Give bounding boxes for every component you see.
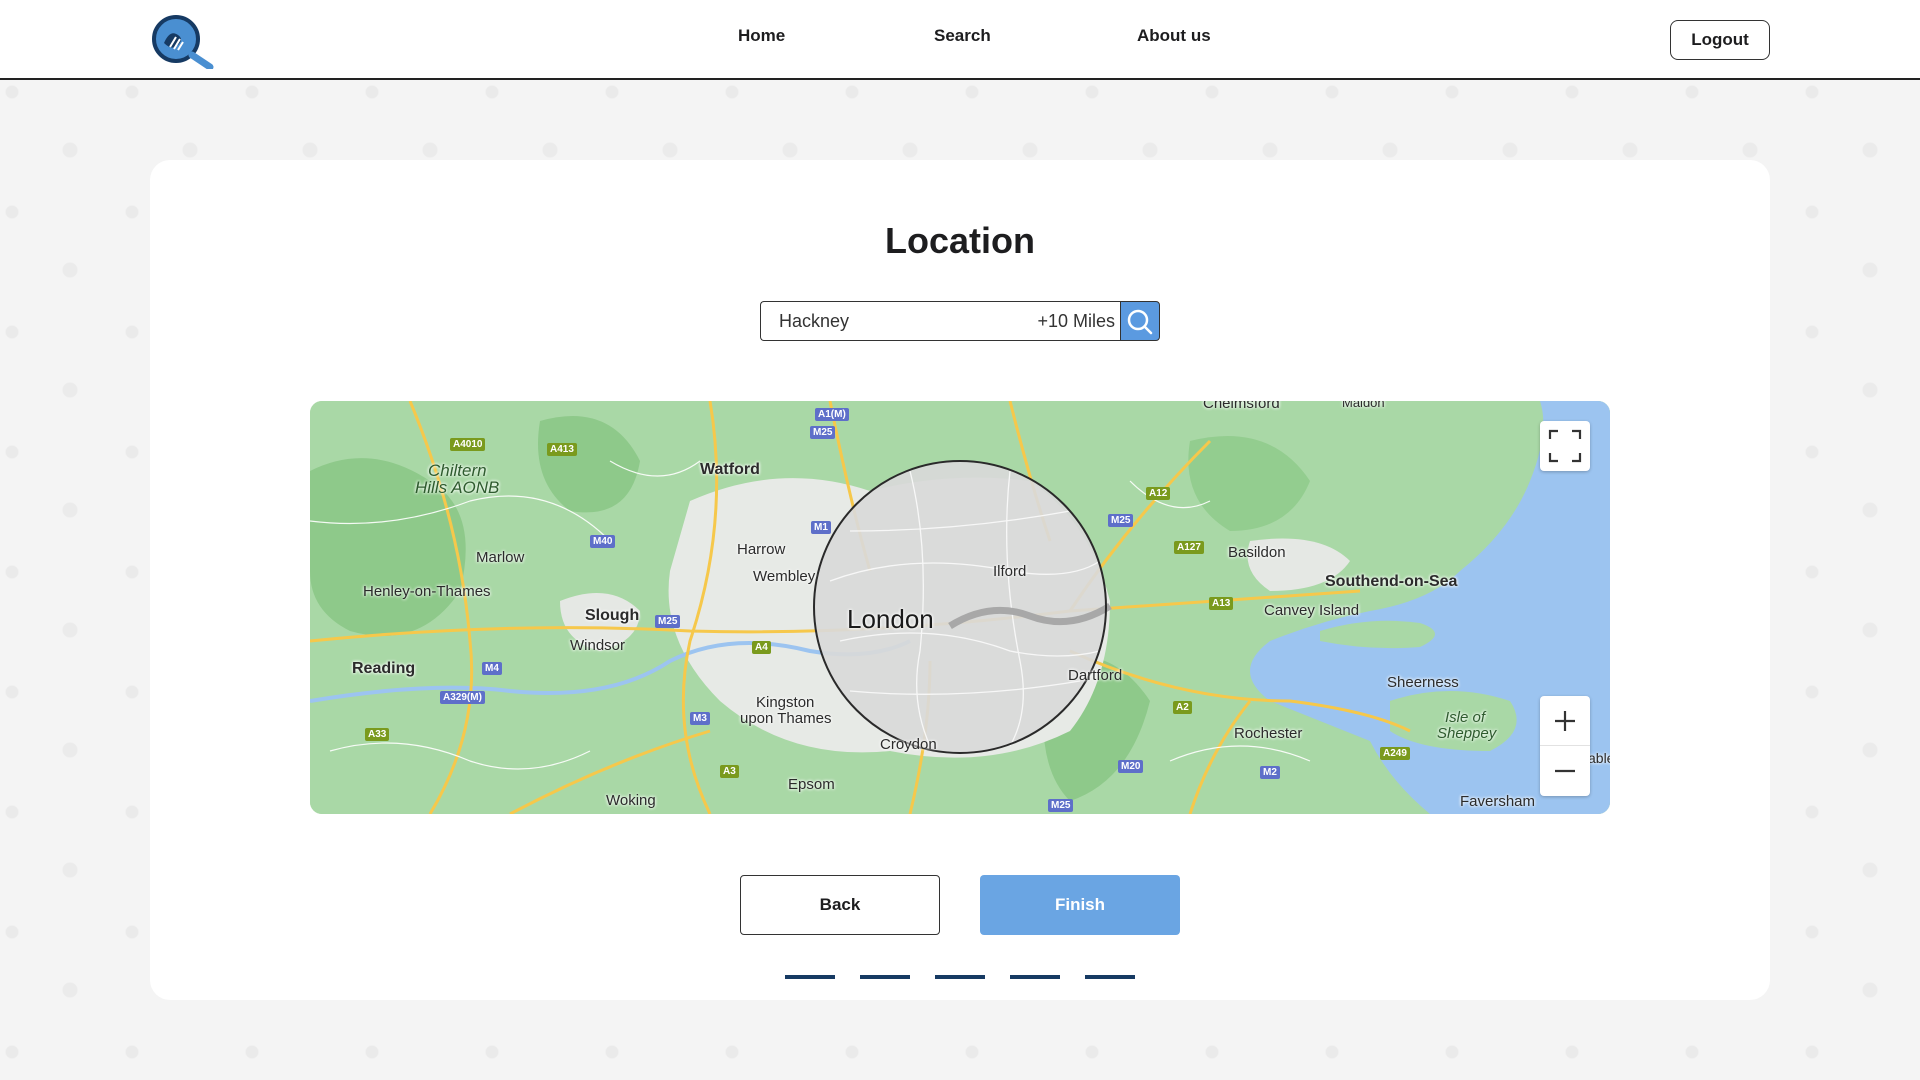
- road-badge-a4: A4: [752, 641, 771, 654]
- road-badge-a249: A249: [1380, 747, 1410, 760]
- map-label-upon-thames: upon Thames: [740, 710, 832, 727]
- map-label-kingston: Kingston: [756, 694, 815, 711]
- nav-link-about[interactable]: About us: [1137, 26, 1211, 46]
- road-badge-m2: M2: [1260, 766, 1280, 779]
- map-label-ilford: Ilford: [993, 563, 1027, 580]
- search-radius-label[interactable]: +10 Miles: [1020, 301, 1115, 341]
- step-indicator: [1010, 975, 1060, 979]
- map-label-sheerness: Sheerness: [1387, 674, 1459, 691]
- map-label-henley: Henley-on-Thames: [363, 583, 491, 600]
- fullscreen-button[interactable]: [1540, 421, 1590, 471]
- plus-icon: [1555, 710, 1575, 731]
- minus-icon: [1555, 769, 1575, 773]
- logout-button[interactable]: Logout: [1670, 20, 1770, 60]
- road-badge-a413: A413: [547, 443, 577, 456]
- map-label-rochester: Rochester: [1234, 725, 1303, 742]
- map-label-marlow: Marlow: [476, 549, 525, 566]
- map-label-watford: Watford: [700, 461, 760, 478]
- map-label-woking: Woking: [606, 792, 656, 809]
- road-badge-m3: M3: [690, 712, 710, 725]
- map-label-able: able: [1588, 750, 1610, 766]
- map-label-slough: Slough: [585, 607, 640, 624]
- page-title: Location: [885, 220, 1035, 261]
- road-badge-m4: M4: [482, 662, 502, 675]
- back-button[interactable]: Back: [740, 875, 940, 935]
- road-badge-m25-bottom: M25: [1048, 799, 1074, 812]
- road-badge-m25-left: M25: [655, 615, 681, 628]
- road-badge-a329m: A329(M): [440, 691, 485, 704]
- road-badge-a1m: A1(M): [815, 408, 849, 421]
- location-search-bar: +10 Miles: [760, 301, 1160, 341]
- road-badge-a12: A12: [1146, 487, 1171, 500]
- map-label-maldon: Maldon: [1342, 401, 1385, 410]
- road-badge-a2: A2: [1173, 701, 1192, 714]
- map-label-epsom: Epsom: [788, 776, 835, 793]
- nav-link-home[interactable]: Home: [738, 26, 785, 46]
- road-badge-a4010: A4010: [450, 438, 486, 451]
- map-label-basildon: Basildon: [1228, 544, 1286, 561]
- fullscreen-icon: [1548, 429, 1582, 463]
- road-badge-m25-right: M25: [1108, 514, 1134, 527]
- nav-link-search[interactable]: Search: [934, 26, 991, 46]
- search-button[interactable]: [1120, 301, 1160, 341]
- map-label-southend: Southend-on-Sea: [1325, 573, 1458, 590]
- search-icon: [1127, 309, 1153, 335]
- step-indicator: [935, 975, 985, 979]
- map-label-windsor: Windsor: [570, 637, 626, 654]
- map-label-sheppey: Sheppey: [1437, 725, 1497, 742]
- road-badge-m20: M20: [1118, 760, 1144, 773]
- map-label-dartford: Dartford: [1068, 667, 1123, 684]
- map-label-harrow: Harrow: [737, 541, 786, 558]
- road-badge-m25-top: M25: [810, 426, 836, 439]
- map-label-hills-aonb: Hills AONB: [415, 478, 500, 497]
- top-navigation-bar: Home Search About us Logout: [0, 0, 1920, 80]
- step-indicator: [785, 975, 835, 979]
- step-indicator: [860, 975, 910, 979]
- zoom-controls: [1540, 696, 1590, 796]
- finish-button[interactable]: Finish: [980, 875, 1180, 935]
- location-map[interactable]: Chelmsford Maldon Watford Chiltern Hills…: [310, 401, 1610, 814]
- map-label-reading: Reading: [352, 660, 416, 677]
- map-label-faversham: Faversham: [1460, 793, 1536, 810]
- map-label-wembley: Wembley: [753, 568, 816, 585]
- zoom-out-button[interactable]: [1540, 746, 1590, 796]
- map-label-london: London: [847, 604, 934, 634]
- map-label-croydon: Croydon: [880, 736, 937, 753]
- map-label-chelmsford: Chelmsford: [1203, 401, 1280, 412]
- road-badge-m40: M40: [590, 535, 616, 548]
- road-badge-a3: A3: [720, 765, 739, 778]
- road-badge-m1: M1: [811, 521, 831, 534]
- app-logo[interactable]: [148, 13, 216, 71]
- step-indicator: [1085, 975, 1135, 979]
- location-card: Location +10 Miles: [150, 160, 1770, 1000]
- road-badge-a13: A13: [1209, 597, 1234, 610]
- map-base-graphic: [310, 401, 1610, 814]
- map-label-isle-of: Isle of: [1445, 709, 1486, 726]
- road-badge-a33: A33: [365, 728, 390, 741]
- zoom-in-button[interactable]: [1540, 696, 1590, 746]
- map-label-canvey-island: Canvey Island: [1264, 602, 1360, 619]
- road-badge-a127: A127: [1174, 541, 1204, 554]
